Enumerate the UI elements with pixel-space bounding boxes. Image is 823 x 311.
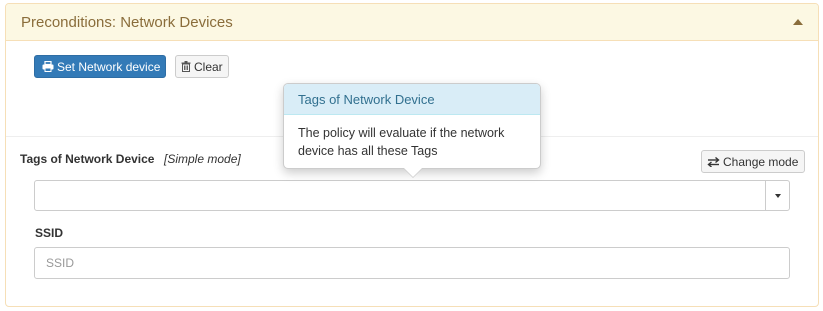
tags-field-label: Tags of Network Device xyxy=(20,152,155,166)
select-dropdown-toggle[interactable] xyxy=(765,181,789,210)
change-mode-button[interactable]: Change mode xyxy=(701,150,805,173)
popover-title: Tags of Network Device xyxy=(284,84,540,115)
tags-select[interactable] xyxy=(34,180,790,211)
exchange-icon xyxy=(707,156,720,167)
change-mode-label: Change mode xyxy=(723,154,799,169)
set-network-device-label: Set Network device xyxy=(57,59,161,74)
ssid-input[interactable] xyxy=(34,247,790,279)
panel-title: Preconditions: Network Devices xyxy=(21,14,233,31)
popover-content: The policy will evaluate if the network … xyxy=(298,126,505,158)
trash-icon xyxy=(181,61,191,72)
clear-button[interactable]: Clear xyxy=(175,55,229,78)
popover-arrow-inner xyxy=(404,168,422,177)
panel-heading[interactable]: Preconditions: Network Devices xyxy=(6,4,818,41)
tags-help-popover: Tags of Network Device The policy will e… xyxy=(283,83,541,178)
mode-label: [Simple mode] xyxy=(164,152,241,166)
ssid-field-label: SSID xyxy=(35,226,64,240)
clear-label: Clear xyxy=(194,59,223,74)
caret-up-icon[interactable] xyxy=(793,19,803,25)
caret-down-icon xyxy=(775,194,781,198)
print-icon xyxy=(42,61,54,72)
set-network-device-button[interactable]: Set Network device xyxy=(34,55,166,78)
